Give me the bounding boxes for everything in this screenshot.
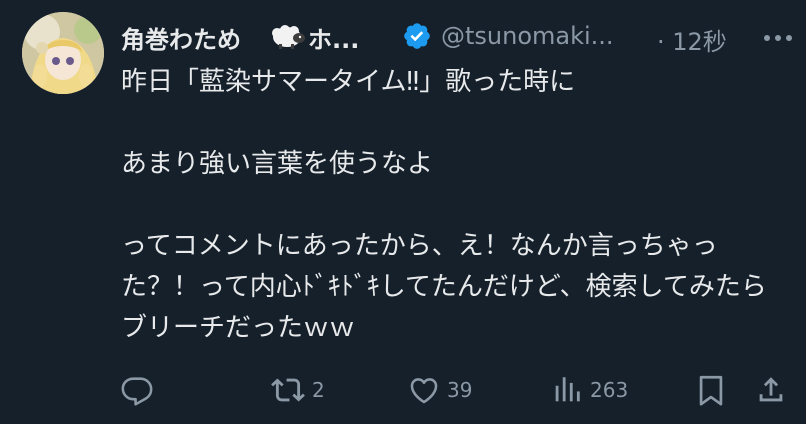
share-button[interactable]	[754, 370, 788, 410]
reply-icon	[121, 377, 153, 406]
more-icon[interactable]	[761, 26, 795, 50]
views-button[interactable]: 263	[550, 370, 628, 410]
share-icon	[759, 377, 783, 402]
retweet-count: 2	[312, 378, 325, 402]
bookmark-icon	[699, 375, 723, 406]
tweet-header: 角巻わため ホ... @tsunomaki... · 12秒	[121, 18, 792, 58]
like-icon	[410, 378, 438, 404]
views-count: 263	[590, 378, 629, 402]
reply-button[interactable]	[120, 370, 160, 410]
display-name[interactable]: 角巻わため	[121, 20, 241, 55]
like-button[interactable]: 39	[407, 370, 472, 410]
tweet-timestamp[interactable]: · 12秒	[657, 22, 727, 57]
bookmark-button[interactable]	[694, 370, 728, 410]
avatar[interactable]	[22, 12, 104, 94]
user-handle[interactable]: @tsunomaki...	[441, 22, 614, 50]
like-count: 39	[447, 378, 473, 402]
tweet-actions: 2 39 263	[120, 370, 790, 410]
retweet-button[interactable]: 2	[270, 370, 325, 410]
sheep-emoji-icon	[272, 25, 305, 49]
verified-badge-icon	[404, 23, 430, 49]
display-name-suffix[interactable]: ホ...	[308, 20, 359, 55]
views-icon	[555, 377, 580, 402]
avatar-image	[22, 12, 104, 94]
tweet-text: 昨日「藍染サマータイム‼」歌った時に あまり強い言葉を使うなよ ってコメントにあ…	[121, 67, 767, 343]
retweet-icon	[271, 378, 305, 402]
